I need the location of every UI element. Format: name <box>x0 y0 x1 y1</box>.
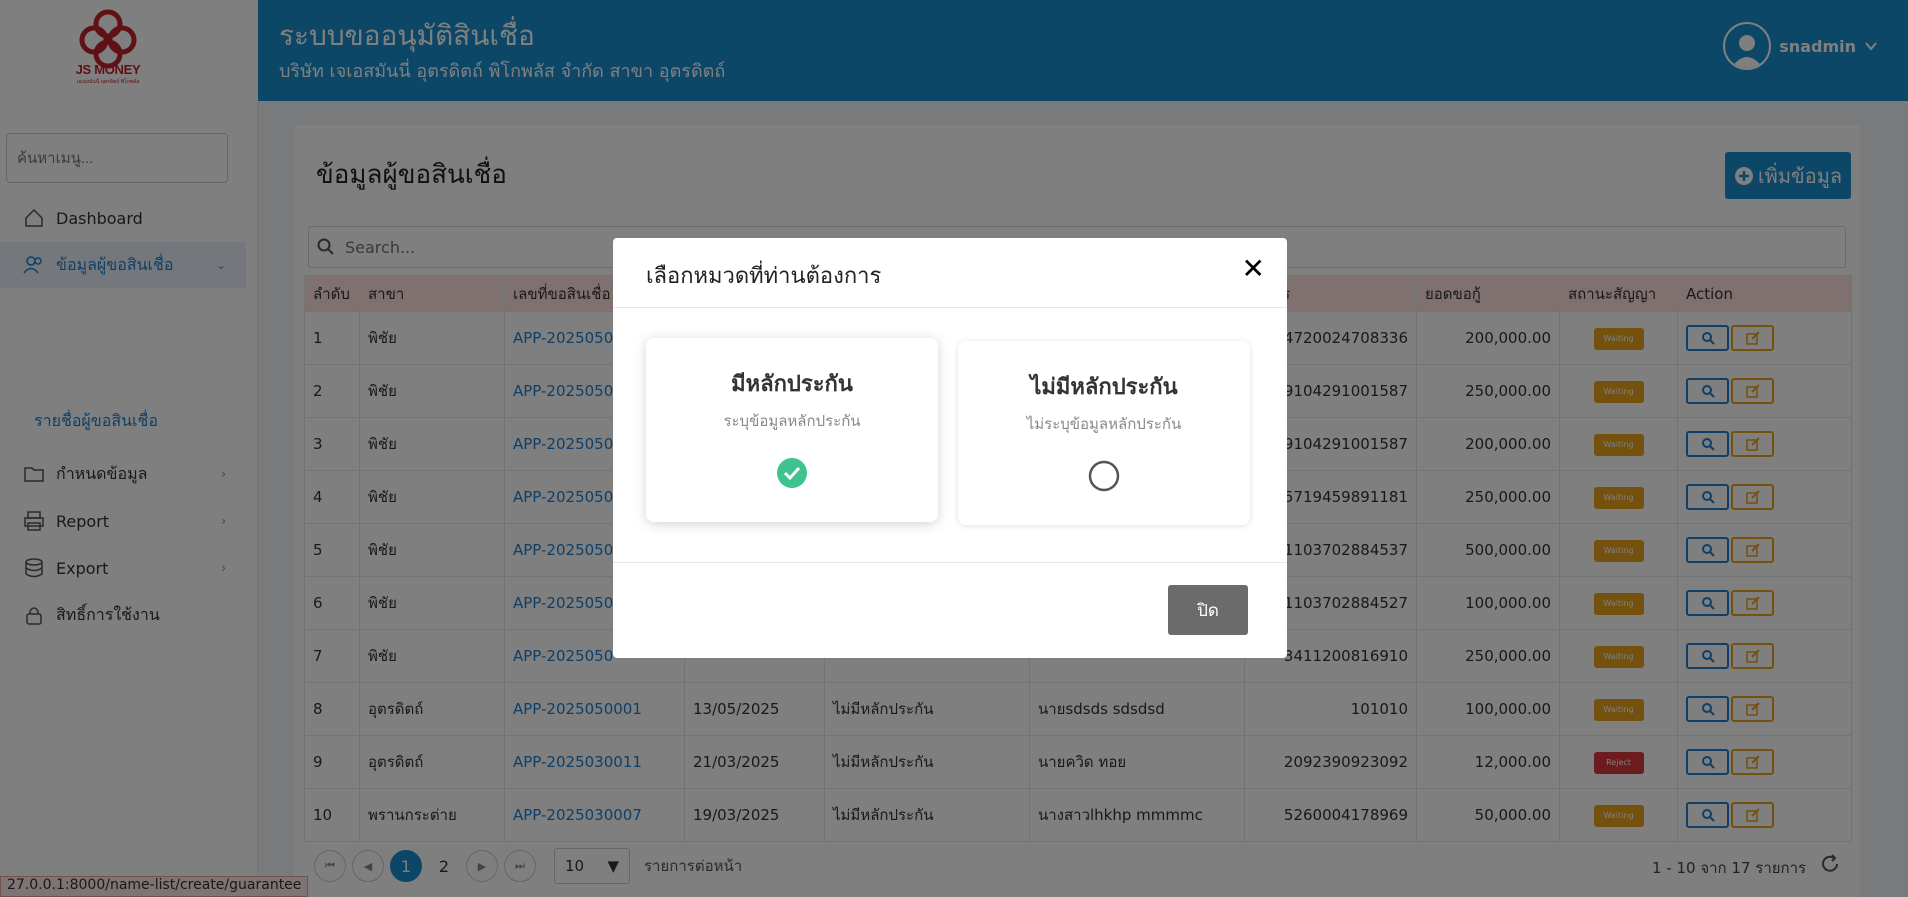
empty-circle-icon <box>1088 460 1120 492</box>
option-title: ไม่มีหลักประกัน <box>1030 375 1178 400</box>
category-modal: เลือกหมวดที่ท่านต้องการ ✕ มีหลักประกัน ร… <box>613 238 1287 658</box>
option-title: มีหลักประกัน <box>731 372 853 397</box>
divider <box>613 562 1287 563</box>
close-icon[interactable]: ✕ <box>1242 252 1265 285</box>
option-without-collateral[interactable]: ไม่มีหลักประกัน ไม่ระบุข้อมูลหลักประกัน <box>958 341 1250 525</box>
option-subtitle: ระบุข้อมูลหลักประกัน <box>723 412 861 430</box>
modal-title: เลือกหมวดที่ท่านต้องการ <box>646 264 882 289</box>
check-circle-icon <box>777 458 807 488</box>
option-with-collateral[interactable]: มีหลักประกัน ระบุข้อมูลหลักประกัน <box>646 338 938 522</box>
divider <box>613 307 1287 308</box>
close-button[interactable]: ปิด <box>1168 585 1248 635</box>
option-subtitle: ไม่ระบุข้อมูลหลักประกัน <box>1026 415 1182 433</box>
